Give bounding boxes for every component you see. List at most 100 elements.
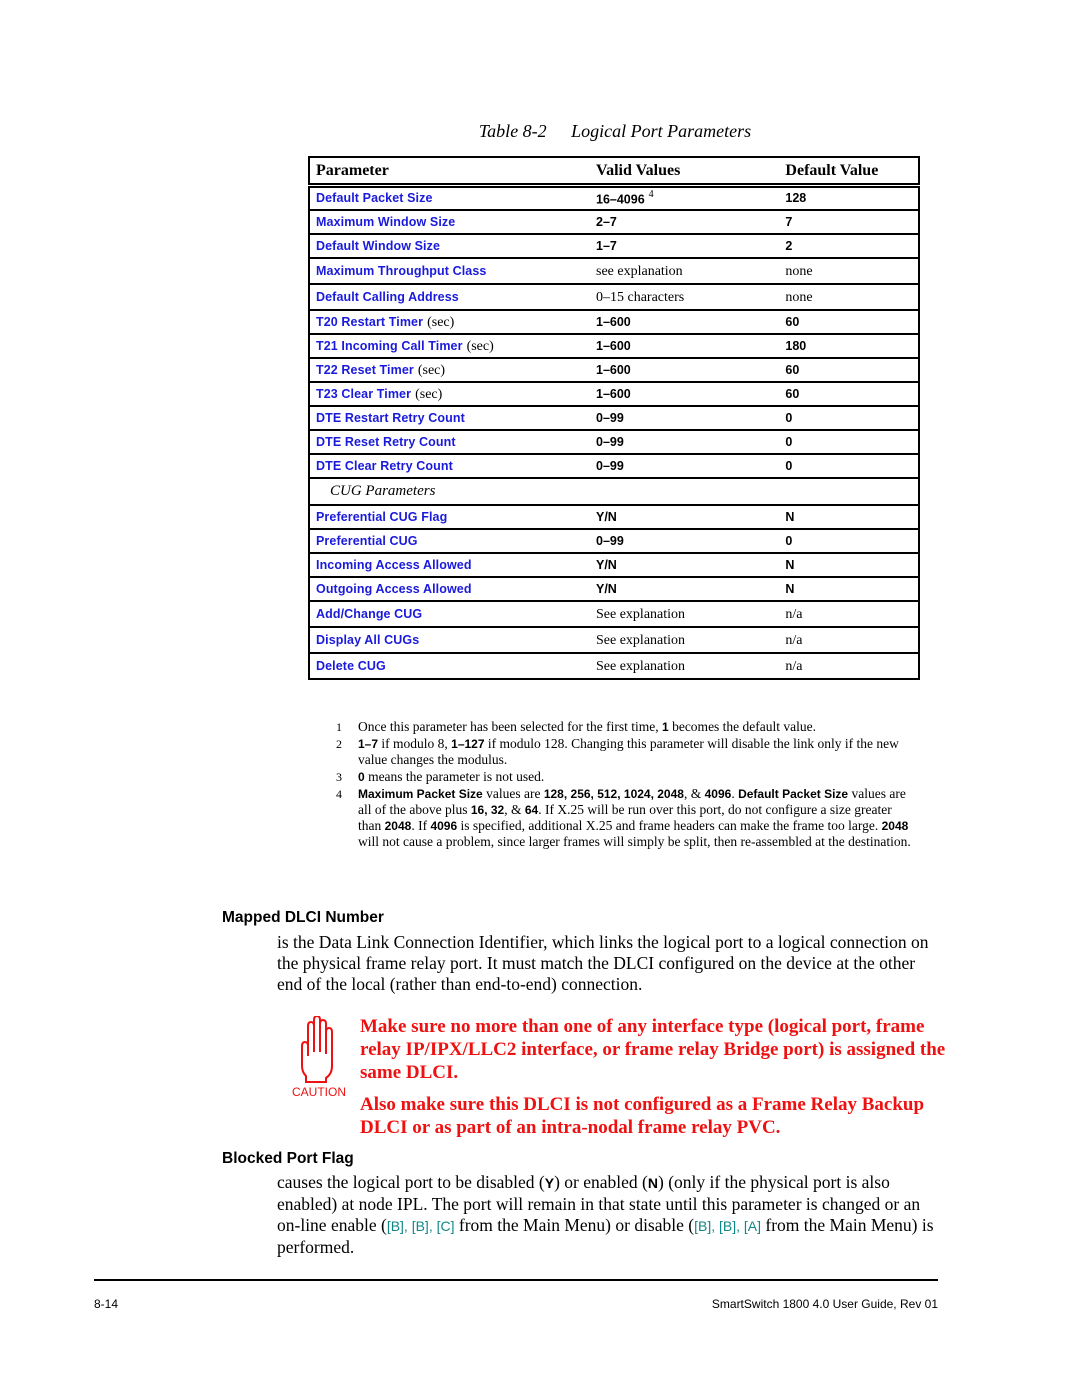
default-value-cell-text: 0 [785, 533, 793, 548]
parameter-name: DTE Clear Retry Count [316, 458, 453, 473]
table-row: T20 Restart Timer (sec) 1–600 60 [309, 309, 919, 335]
valid-values-cell-text: 1–600 [596, 314, 631, 329]
parameter-name: DTE Reset Retry Count [316, 434, 456, 449]
footnote-emphasis: 2048 [881, 819, 909, 833]
page-number: 8-14 [94, 1297, 119, 1311]
parameter-unit: (sec) [427, 314, 455, 330]
table-row: Add/Change CUG See explanation n/a [309, 600, 919, 628]
footnote-fragment: values are [482, 786, 544, 801]
table-row: Display All CUGs See explanation n/a [309, 626, 919, 654]
parameter-cell: Add/Change CUG [309, 600, 590, 628]
parameter-cell: Preferential CUG [309, 528, 590, 554]
valid-values-cell-text: 1–7 [596, 238, 617, 253]
parameter-unit: (sec) [466, 338, 494, 354]
footnote-number: 4 [336, 787, 342, 801]
valid-values-cell-text: see explanation [596, 263, 683, 279]
default-value-cell-text: 60 [785, 362, 800, 377]
default-value-cell: none [779, 283, 919, 311]
parameter-name: Maximum Window Size [316, 214, 456, 229]
cug-section-row: CUG Parameters [309, 477, 919, 506]
default-value-cell: 0 [779, 528, 919, 554]
footnote-text: Once this parameter has been selected fo… [358, 719, 916, 735]
parameter-cell: Incoming Access Allowed [309, 552, 590, 578]
table-row: Preferential CUG 0–99 0 [309, 528, 919, 554]
footnote-fragment: , & [683, 786, 705, 801]
table-row: Incoming Access Allowed Y/N N [309, 552, 919, 578]
parameter-name: Preferential CUG [316, 533, 418, 548]
parameter-name: Incoming Access Allowed [316, 557, 472, 572]
default-value-cell-text: n/a [785, 606, 803, 622]
valid-values-cell: 1–600 [590, 357, 780, 383]
valid-values-cell: see explanation [590, 257, 780, 285]
parameter-name: T20 Restart Timer [316, 314, 424, 329]
parameter-name: Preferential CUG Flag [316, 509, 448, 524]
default-value-cell: 60 [779, 309, 919, 335]
footnote-emphasis: 128, 256, 512, 1024, 2048 [543, 787, 684, 801]
table-row: DTE Restart Retry Count 0–99 0 [309, 405, 919, 431]
valid-values-cell: 1–600 [590, 309, 780, 335]
table-row: Default Window Size 1–7 2 [309, 233, 919, 259]
parameter-cell: T22 Reset Timer (sec) [309, 357, 590, 383]
parameter-cell: Outgoing Access Allowed [309, 576, 590, 602]
parameter-cell: T20 Restart Timer (sec) [309, 309, 590, 335]
footnote-emphasis: 16, 32 [470, 803, 505, 817]
footnote-fragment: means the parameter is not used. [364, 769, 545, 784]
valid-values-cell: 16–4096 4 [590, 185, 780, 211]
default-value-cell-text: 0 [785, 434, 793, 449]
footnote-fragment: . If [411, 818, 431, 833]
parameter-name: Outgoing Access Allowed [316, 581, 472, 596]
valid-values-cell: 0–15 characters [590, 283, 780, 311]
default-value-cell: 2 [779, 233, 919, 259]
valid-values-cell-text: 0–99 [596, 410, 624, 425]
footnote: 4 Maximum Packet Size values are 128, 256… [336, 786, 916, 850]
parameter-name: Add/Change CUG [316, 606, 423, 621]
parameter-name: Default Packet Size [316, 191, 433, 206]
default-value-cell: 60 [779, 357, 919, 383]
parameter-cell: Maximum Window Size [309, 209, 590, 235]
parameter-name: T22 Reset Timer [316, 362, 414, 377]
blocked-port-heading: Blocked Port Flag [222, 1150, 354, 1167]
parameter-cell: DTE Restart Retry Count [309, 405, 590, 431]
enable-key-sequence: [B], [B], [C] [386, 1218, 455, 1234]
table-number: Table 8-2 [478, 121, 547, 141]
default-value-cell: n/a [779, 626, 919, 654]
valid-values-cell-text: 1–600 [596, 386, 631, 401]
default-value-cell-text: 60 [785, 386, 800, 401]
footnote-emphasis: Maximum Packet Size [358, 787, 483, 801]
valid-values-cell: See explanation [590, 652, 780, 680]
valid-values-cell-text: Y/N [596, 557, 617, 572]
footnote-ref: 4 [648, 188, 654, 200]
default-value-cell: N [779, 552, 919, 578]
footnote-emphasis: 64 [524, 803, 539, 817]
default-value-cell: 128 [779, 185, 919, 211]
parameter-cell: Maximum Throughput Class [309, 257, 590, 285]
valid-values-cell-text: 0–99 [596, 533, 624, 548]
parameter-name: DTE Restart Retry Count [316, 410, 465, 425]
parameter-name: Display All CUGs [316, 632, 420, 647]
valid-values-cell: Y/N [590, 576, 780, 602]
default-value-cell-text: N [785, 509, 795, 524]
valid-values-cell: 1–600 [590, 381, 780, 407]
parameter-name: Default Calling Address [316, 289, 459, 304]
footnote-emphasis: 4096 [430, 819, 458, 833]
default-value-cell: n/a [779, 652, 919, 680]
parameter-unit: (sec) [417, 362, 446, 378]
footnote-fragment: , & [504, 802, 525, 817]
parameter-cell: DTE Clear Retry Count [309, 453, 590, 479]
caution-hand-icon: CAUTION [288, 1014, 350, 1099]
valid-values-cell-text: 1–600 [596, 362, 631, 377]
default-value-cell: none [779, 257, 919, 285]
parameter-cell: Preferential CUG Flag [309, 504, 590, 530]
disable-key-sequence: [B], [B], [A] [694, 1218, 762, 1234]
parameter-name: T23 Clear Timer [316, 386, 412, 401]
footnote: 3 0 means the parameter is not used. [336, 769, 916, 785]
footnote-emphasis: 1–127 [451, 737, 485, 751]
caution-label: CAUTION [292, 1085, 346, 1098]
table-footnotes: 1 Once this parameter has been selected f… [336, 719, 916, 851]
default-value-cell-text: 128 [785, 191, 807, 206]
table-title: Logical Port Parameters [571, 121, 752, 141]
parameter-cell: Delete CUG [309, 652, 590, 680]
footnote-number: 3 [336, 770, 342, 784]
parameter-name: Delete CUG [316, 658, 386, 673]
default-value-cell-text: none [785, 289, 813, 305]
